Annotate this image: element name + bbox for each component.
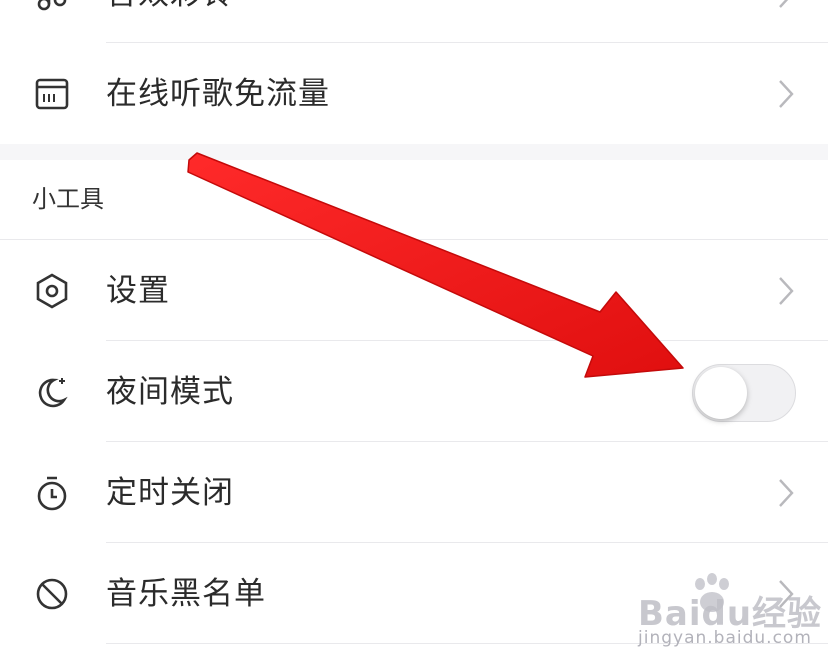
block-icon (32, 574, 72, 614)
chevron-right-icon (774, 77, 798, 111)
night-mode-toggle[interactable] (692, 364, 796, 422)
menu-item-settings[interactable]: 设置 (0, 240, 828, 340)
chevron-right-icon (774, 0, 798, 11)
section-title: 小工具 (32, 185, 104, 213)
section-gap (0, 144, 828, 160)
menu-item-label: 在线听歌免流量 (106, 76, 330, 112)
menu-item-ringtone[interactable]: 音效彩铃 (0, 0, 828, 44)
divider (106, 42, 828, 43)
menu-item-label: 定时关闭 (106, 475, 234, 511)
moon-stars-icon (32, 372, 72, 412)
menu-item-sleep-timer[interactable]: 定时关闭 (0, 442, 828, 542)
settings-hexagon-icon (32, 271, 72, 311)
ringtone-icon (32, 0, 72, 14)
menu-item-free-data[interactable]: 在线听歌免流量 (0, 44, 828, 144)
baidu-jingyan-watermark: Baidu经验 jingyan.baidu.com (592, 568, 828, 662)
menu-item-label: 夜间模式 (106, 374, 234, 410)
menu-item-label: 音效彩铃 (106, 0, 234, 14)
chevron-right-icon (774, 476, 798, 510)
menu-item-label: 音乐黑名单 (106, 576, 266, 612)
timer-icon (32, 473, 72, 513)
sim-card-icon (32, 74, 72, 114)
watermark-url: jingyan.baidu.com (638, 628, 812, 648)
menu-item-label: 设置 (106, 273, 170, 309)
toggle-knob (695, 367, 747, 419)
chevron-right-icon (774, 274, 798, 308)
